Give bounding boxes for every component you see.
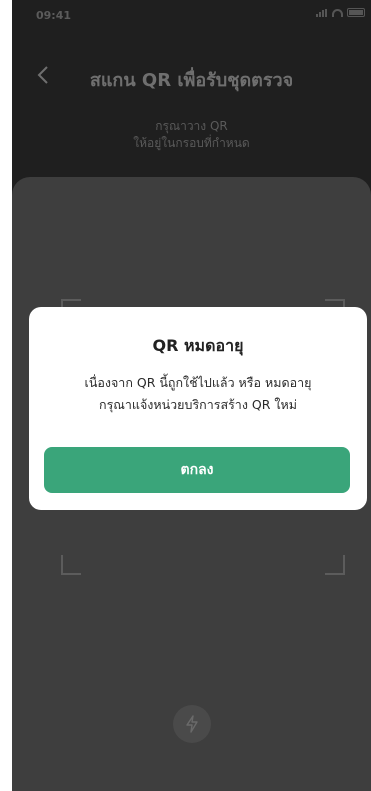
scan-frame-corner-bottom-left — [61, 555, 81, 575]
dialog-title: QR หมดอายุ — [152, 336, 244, 355]
status-bar: 09:41 — [12, 0, 371, 26]
dialog-message-line-1: เนื่องจาก QR นี้ถูกใช้ไปแล้ว หรือ หมดอาย… — [84, 375, 312, 390]
flash-icon — [186, 715, 198, 733]
qr-expired-dialog: QR หมดอายุ เนื่องจาก QR นี้ถูกใช้ไปแล้ว … — [29, 307, 367, 510]
instruction-line-2: ให้อยู่ในกรอบที่กำหนด — [133, 136, 250, 150]
ok-button[interactable]: ตกลง — [44, 447, 350, 493]
flash-button[interactable] — [173, 705, 211, 743]
scan-frame-corner-bottom-right — [325, 555, 345, 575]
status-icons — [316, 8, 365, 17]
page-title: สแกน QR เพื่อรับชุดตรวจ — [89, 70, 294, 91]
scan-instruction: กรุณาวาง QR ให้อยู่ในกรอบที่กำหนด — [12, 118, 371, 152]
dialog-message-line-2: กรุณาแจ้งหน่วยบริการสร้าง QR ใหม่ — [99, 397, 297, 412]
status-time: 09:41 — [36, 9, 72, 22]
instruction-line-1: กรุณาวาง QR — [155, 119, 228, 133]
nav-bar: สแกน QR เพื่อรับชุดตรวจ — [12, 58, 371, 92]
wifi-icon — [332, 8, 343, 17]
battery-icon — [347, 8, 365, 17]
signal-icon — [316, 8, 328, 17]
dialog-message: เนื่องจาก QR นี้ถูกใช้ไปแล้ว หรือ หมดอาย… — [39, 372, 357, 416]
